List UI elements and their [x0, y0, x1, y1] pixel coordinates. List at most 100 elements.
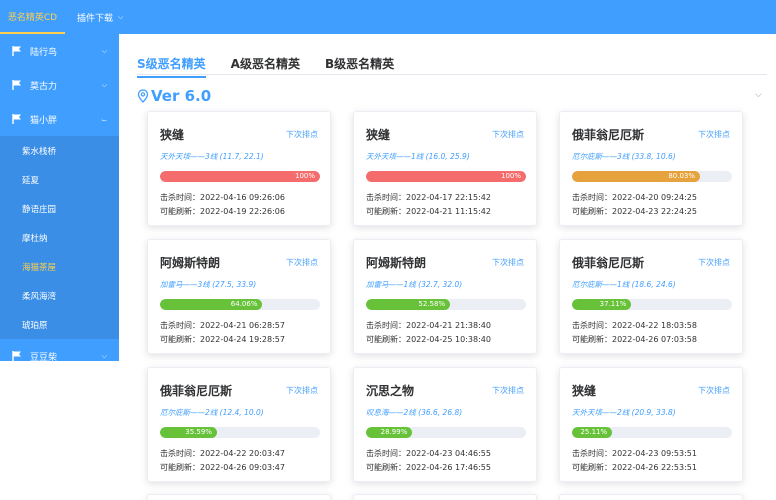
progress-bar: 100% — [366, 171, 526, 182]
sidebar-item-zishui[interactable]: 紫水栈桥 — [0, 136, 119, 165]
progress-fill: 52.58% — [366, 299, 451, 310]
mob-location: 加雷马——3线 (27.5, 33.9) — [160, 280, 257, 289]
progress-fill: 28.99% — [366, 427, 413, 438]
sidebar-group-moogle[interactable]: 莫古力 ⌵ — [0, 68, 119, 102]
kill-time: 击杀时间：2022-04-22 18:03:58 — [572, 321, 697, 330]
version-section-header[interactable]: Ver 6.0 — [137, 87, 211, 105]
progress-bar: 100% — [160, 171, 320, 182]
kill-time: 击杀时间：2022-04-23 09:53:51 — [572, 449, 697, 458]
sidebar-item-roufeng[interactable]: 柔风海湾 — [0, 281, 119, 310]
flag-icon — [12, 351, 21, 361]
progress-fill: 100% — [160, 171, 320, 182]
hunt-card: 狭缝 下次排点 天外天垓——2线 (20.9, 33.8) 25.11% 击杀时… — [559, 367, 743, 482]
sidebar-group-label: 豆豆柴 — [30, 352, 58, 363]
chevron-up-icon: ⌳ — [101, 114, 107, 123]
hunt-card: 俄菲翁尼厄斯 下次排点 厄尔庇斯——1线 (18.6, 24.6) 37.11%… — [559, 239, 743, 354]
sidebar-item-hupo[interactable]: 琥珀原 — [0, 310, 119, 339]
progress-bar: 80.03% — [572, 171, 732, 182]
tabs-divider — [137, 74, 767, 75]
progress-bar: 37.11% — [572, 299, 732, 310]
mob-name: 狭缝 — [366, 128, 391, 142]
top-navbar: 恶名精英CD 插件下载 ⌵ — [0, 0, 776, 34]
next-spawn-link[interactable]: 下次排点 — [492, 385, 524, 396]
refresh-time: 可能刷新：2022-04-23 22:24:25 — [572, 207, 697, 216]
next-spawn-link[interactable]: 下次排点 — [698, 385, 730, 396]
hunt-card: 阿姆斯特朗 下次排点 加雷马——3线 (27.5, 33.9) 64.06% 击… — [147, 239, 331, 354]
next-spawn-link[interactable]: 下次排点 — [698, 129, 730, 140]
kill-time: 击杀时间：2022-04-21 21:38:40 — [366, 321, 491, 330]
refresh-time: 可能刷新：2022-04-26 09:03:47 — [160, 463, 285, 472]
plugin-download-menu[interactable]: 插件下载 ⌵ — [77, 11, 123, 24]
progress-fill: 25.11% — [572, 427, 613, 438]
progress-fill: 100% — [366, 171, 526, 182]
mob-name: 阿姆斯特朗 — [160, 256, 221, 270]
flag-icon — [12, 114, 21, 124]
progress-fill: 37.11% — [572, 299, 632, 310]
progress-bar: 64.06% — [160, 299, 320, 310]
sidebar-item-yanxia[interactable]: 延夏 — [0, 165, 119, 194]
hunt-card-partial — [147, 494, 331, 500]
chevron-down-icon: ⌵ — [101, 351, 107, 360]
refresh-time: 可能刷新：2022-04-26 07:03:58 — [572, 335, 697, 344]
sidebar-group-label: 陆行鸟 — [30, 47, 58, 58]
hunt-card: 阿姆斯特朗 下次排点 加雷马——1线 (32.7, 32.0) 52.58% 击… — [353, 239, 537, 354]
sidebar-group-label: 莫古力 — [30, 81, 58, 92]
version-title: Ver 6.0 — [151, 87, 212, 105]
progress-bar: 35.59% — [160, 427, 320, 438]
next-spawn-link[interactable]: 下次排点 — [492, 129, 524, 140]
mob-name: 俄菲翁尼厄斯 — [572, 128, 645, 142]
progress-fill: 80.03% — [572, 171, 701, 182]
refresh-time: 可能刷新：2022-04-21 11:15:42 — [366, 207, 491, 216]
refresh-time: 可能刷新：2022-04-26 17:46:55 — [366, 463, 491, 472]
mob-location: 天外天垓——2线 (20.9, 33.8) — [572, 408, 676, 417]
sidebar: 陆行鸟 ⌵ 莫古力 ⌵ 猫小胖 ⌳ 紫水栈桥 延夏 静语庄园 摩杜纳 海猫茶屋 … — [0, 34, 119, 363]
next-spawn-link[interactable]: 下次排点 — [286, 385, 318, 396]
mob-name: 俄菲翁尼厄斯 — [160, 384, 233, 398]
sidebar-item-jingyu[interactable]: 静语庄园 — [0, 194, 119, 223]
kill-time: 击杀时间：2022-04-16 09:26:06 — [160, 193, 285, 202]
next-spawn-link[interactable]: 下次排点 — [698, 257, 730, 268]
mob-location: 天外天垓——1线 (16.0, 25.9) — [366, 152, 470, 161]
hunt-card: 沉思之物 下次排点 叹息海——2线 (36.6, 26.8) 28.99% 击杀… — [353, 367, 537, 482]
mob-name: 狭缝 — [572, 384, 597, 398]
progress-fill: 64.06% — [160, 299, 263, 310]
chevron-down-icon: ⌵ — [101, 80, 107, 89]
refresh-time: 可能刷新：2022-04-24 19:28:57 — [160, 335, 285, 344]
mob-name: 阿姆斯特朗 — [366, 256, 427, 270]
mob-name: 狭缝 — [160, 128, 185, 142]
next-spawn-link[interactable]: 下次排点 — [492, 257, 524, 268]
flag-icon — [12, 80, 21, 90]
location-pin-icon — [137, 89, 149, 103]
hunt-card: 俄菲翁尼厄斯 下次排点 厄尔庇斯——2线 (12.4, 10.0) 35.59%… — [147, 367, 331, 482]
sidebar-group-label: 猫小胖 — [30, 115, 58, 126]
mob-location: 厄尔庇斯——2线 (12.4, 10.0) — [160, 408, 264, 417]
plugin-download-label: 插件下载 — [77, 13, 114, 24]
sidebar-group-shiba[interactable]: 豆豆柴 ⌵ — [0, 339, 119, 373]
hunt-card: 狭缝 下次排点 天外天垓——3线 (11.7, 22.1) 100% 击杀时间：… — [147, 111, 331, 226]
mob-location: 叹息海——2线 (36.6, 26.8) — [366, 408, 463, 417]
mob-location: 天外天垓——3线 (11.7, 22.1) — [160, 152, 264, 161]
kill-time: 击杀时间：2022-04-21 06:28:57 — [160, 321, 285, 330]
progress-bar: 52.58% — [366, 299, 526, 310]
kill-time: 击杀时间：2022-04-23 04:46:55 — [366, 449, 491, 458]
refresh-time: 可能刷新：2022-04-19 22:26:06 — [160, 207, 285, 216]
hunt-card: 俄菲翁尼厄斯 下次排点 厄尔庇斯——3线 (33.8, 10.6) 80.03%… — [559, 111, 743, 226]
sidebar-item-moduna[interactable]: 摩杜纳 — [0, 223, 119, 252]
chevron-down-icon[interactable]: ⌵ — [755, 90, 762, 100]
next-spawn-link[interactable]: 下次排点 — [286, 257, 318, 268]
hunt-card: 狭缝 下次排点 天外天垓——1线 (16.0, 25.9) 100% 击杀时间：… — [353, 111, 537, 226]
mob-location: 厄尔庇斯——1线 (18.6, 24.6) — [572, 280, 676, 289]
chevron-down-icon: ⌵ — [118, 12, 124, 21]
flag-icon — [12, 46, 21, 56]
next-spawn-link[interactable]: 下次排点 — [286, 129, 318, 140]
refresh-time: 可能刷新：2022-04-26 22:53:51 — [572, 463, 697, 472]
sidebar-group-fatcat[interactable]: 猫小胖 ⌳ — [0, 102, 119, 136]
hunt-card-partial — [353, 494, 537, 500]
sidebar-item-haimao[interactable]: 海猫茶屋 — [0, 252, 119, 281]
hunt-card-partial — [559, 494, 743, 500]
mob-location: 加雷马——1线 (32.7, 32.0) — [366, 280, 463, 289]
brand-menu-item[interactable]: 恶名精英CD — [0, 0, 65, 34]
refresh-time: 可能刷新：2022-04-25 10:38:40 — [366, 335, 491, 344]
progress-bar: 28.99% — [366, 427, 526, 438]
sidebar-group-chocobo[interactable]: 陆行鸟 ⌵ — [0, 34, 119, 68]
